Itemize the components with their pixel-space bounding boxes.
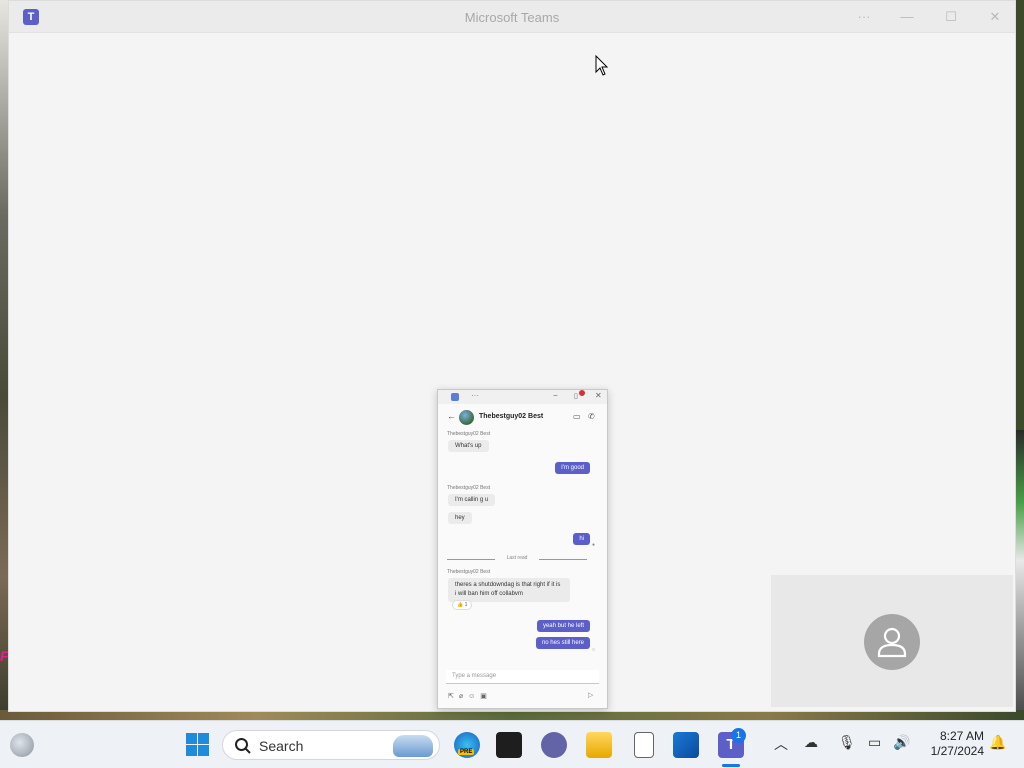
active-app-indicator <box>722 764 740 767</box>
last-read-label: Last read <box>506 555 528 561</box>
chat-close-button[interactable]: ✕ <box>595 391 602 400</box>
clock-date: 1/27/2024 <box>930 744 984 758</box>
microsoft-store-icon[interactable] <box>673 732 699 758</box>
start-button[interactable] <box>185 732 211 758</box>
widgets-icon[interactable] <box>10 733 34 757</box>
gif-icon[interactable]: ▣ <box>480 693 492 700</box>
chat-more-button[interactable]: ··· <box>471 391 479 400</box>
taskbar-search[interactable]: Search <box>222 730 440 760</box>
notepad-icon[interactable] <box>634 732 654 758</box>
divider-line <box>539 559 587 560</box>
self-video-preview[interactable] <box>771 575 1013 707</box>
reaction-chip[interactable]: 👍 1 <box>452 600 473 610</box>
teams-notification-badge: 1 <box>731 728 746 743</box>
maximize-button[interactable]: ☐ <box>936 7 966 27</box>
compose-toolbar: ⇱⌀☺▣ <box>448 692 492 700</box>
onedrive-icon[interactable]: ☁ <box>804 734 818 751</box>
more-options-button[interactable]: ··· <box>849 7 879 27</box>
minimize-button[interactable]: — <box>892 7 922 27</box>
seen-indicator-icon: ● <box>592 542 596 548</box>
search-highlight-image <box>393 735 433 757</box>
emoji-icon[interactable]: ☺ <box>468 693 480 700</box>
message-bubble-incoming[interactable]: What's up <box>448 440 489 452</box>
send-button[interactable]: ▷ <box>588 691 593 699</box>
message-bubble-outgoing[interactable]: no hes still here <box>535 637 590 649</box>
message-sender: Thebestguy02 Best <box>447 569 491 575</box>
search-label: Search <box>259 738 304 754</box>
edge-browser-icon[interactable]: PRE <box>454 732 480 758</box>
file-explorer-icon[interactable] <box>586 732 612 758</box>
message-bubble-outgoing[interactable]: I'm good <box>555 462 590 474</box>
message-bubble-incoming[interactable]: theres a shutdowndag is that right if it… <box>448 578 570 602</box>
notification-icon[interactable]: ▯ <box>574 392 578 400</box>
mouse-cursor-icon <box>595 55 609 76</box>
back-arrow-icon[interactable]: ← <box>447 411 456 421</box>
compose-placeholder: Type a message <box>452 673 497 679</box>
message-bubble-outgoing[interactable]: yeah but he left <box>536 620 590 632</box>
contact-name[interactable]: Thebestguy02 Best <box>479 413 543 420</box>
notification-badge <box>579 390 585 396</box>
system-clock[interactable]: 8:27 AM 1/27/2024 <box>922 729 984 759</box>
message-sender: Thebestguy02 Best <box>447 431 491 437</box>
chat-popout-window[interactable]: ··· − ▯ ✕ ← Thebestguy02 Best ▭ ✆ Thebes… <box>437 389 608 709</box>
microphone-icon[interactable]: 🎙 <box>838 734 856 751</box>
last-read-divider: Last read <box>447 555 587 563</box>
chat-titlebar[interactable]: ··· − ▯ ✕ <box>438 390 607 404</box>
format-icon[interactable]: ⇱ <box>448 693 459 700</box>
message-bubble-outgoing[interactable]: hi <box>573 533 590 545</box>
notification-bell-icon[interactable]: 🔔 <box>989 734 1006 751</box>
person-avatar-icon <box>864 614 920 670</box>
chevron-up-icon[interactable]: ︿ <box>774 734 788 754</box>
window-titlebar[interactable]: T Microsoft Teams ··· — ☐ ✕ <box>9 1 1015 33</box>
clock-time: 8:27 AM <box>939 729 984 743</box>
edge-preview-badge: PRE <box>458 749 475 755</box>
audio-call-icon[interactable]: ✆ <box>588 412 595 421</box>
teams-chat-icon <box>451 393 459 401</box>
contact-avatar[interactable] <box>459 410 474 425</box>
attach-icon[interactable]: ⌀ <box>459 693 468 700</box>
message-sender: Thebestguy02 Best <box>447 485 491 491</box>
chat-minimize-button[interactable]: − <box>553 391 558 400</box>
network-icon[interactable]: ▭ <box>868 734 881 751</box>
volume-icon[interactable]: 🔊 <box>893 734 910 751</box>
terminal-icon[interactable] <box>496 732 522 758</box>
teams-meet-icon[interactable] <box>541 732 567 758</box>
message-compose-box[interactable]: Type a message <box>446 670 599 684</box>
video-call-icon[interactable]: ▭ <box>573 412 581 421</box>
close-button[interactable]: ✕ <box>980 7 1010 27</box>
message-bubble-incoming[interactable]: I'm callin g u <box>448 494 496 506</box>
chat-header: ← Thebestguy02 Best ▭ ✆ <box>438 408 607 430</box>
search-icon <box>235 738 251 754</box>
message-bubble-incoming[interactable]: hey <box>448 512 472 524</box>
seen-indicator-icon: ○ <box>592 647 596 653</box>
